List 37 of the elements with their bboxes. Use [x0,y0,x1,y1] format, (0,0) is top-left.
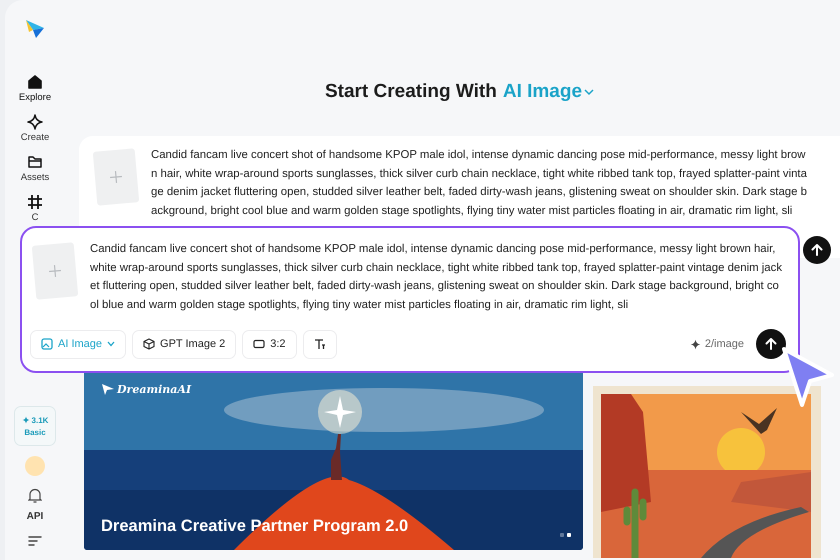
api-link[interactable]: API [26,511,44,522]
caret-icon [107,341,116,347]
cost-label: 2/image [704,338,744,350]
arrow-up-icon [810,243,824,257]
sparkle-icon [690,338,701,350]
arrow-up-icon [764,337,778,351]
menu-icon[interactable] [28,536,42,546]
folder-icon [26,154,43,170]
sidebar-item[interactable]: C [27,194,43,223]
send-button[interactable] [756,329,786,359]
sparkle-icon [22,416,30,424]
aspect-ratio-icon [253,339,266,349]
sidebar-item[interactable]: Explore [18,74,52,103]
sidebar-item[interactable]: Create [20,114,50,143]
prompt-text[interactable]: Candid fancam live concert shot of handsome KPOP male idol, intense dynamic dancing pose mid-performance, messy light brown hair, white wrap-around sports sunglasses, thick silver curb chain necklace, tight white ribbed tank top, frayed splatter-paint vintage denim jacket fluttering open, studded silver leather belt, faded dirty-wash jeans, glistening sweat on shoulder skin. Dark stage background, bright cool blue and warm golden stage spotlights, flying tiny water mist particles floating in air, dramatic rim light, sli [151,146,811,220]
prompt-text[interactable]: Candid fancam live concert shot of handsome KPOP male idol, intense dynamic dancing pose mid-performance, messy light brown hair, white wrap-around sports sunglasses, thick silver curb chain necklace, tight white ribbed tank top, frayed splatter-paint vintage denim jacket fluttering open, studded silver leather belt, faded dirty-wash jeans, glistening sweat on shoulder skin. Dark stage background, bright cool blue and warm golden stage spotlights, flying tiny water mist particles floating in air, dramatic rim light, sli [90,240,782,314]
add-image-tile[interactable] [32,242,78,300]
cube-icon [143,338,156,350]
crop-icon [27,194,43,210]
text-style-button[interactable] [302,330,337,358]
image-icon [41,338,53,350]
credits-amount: 3.1K [32,416,48,424]
page-heading: Start Creating With [324,81,497,103]
logo-icon [102,384,114,395]
brand-logo: DreaminaAI [117,383,192,396]
home-icon [27,74,43,90]
ratio-dropdown[interactable]: 3:2 [242,330,297,358]
logo-icon[interactable] [24,18,46,40]
sparkle-icon [26,114,43,130]
plus-icon [48,264,62,278]
text-size-icon [314,338,326,350]
model-dropdown[interactable]: GPT Image 2 [132,330,236,358]
add-image-tile[interactable] [92,148,140,206]
bell-icon[interactable] [28,488,42,503]
sidebar-item[interactable]: Assets [20,154,50,183]
plus-icon [110,170,122,184]
caret-icon [584,88,594,96]
